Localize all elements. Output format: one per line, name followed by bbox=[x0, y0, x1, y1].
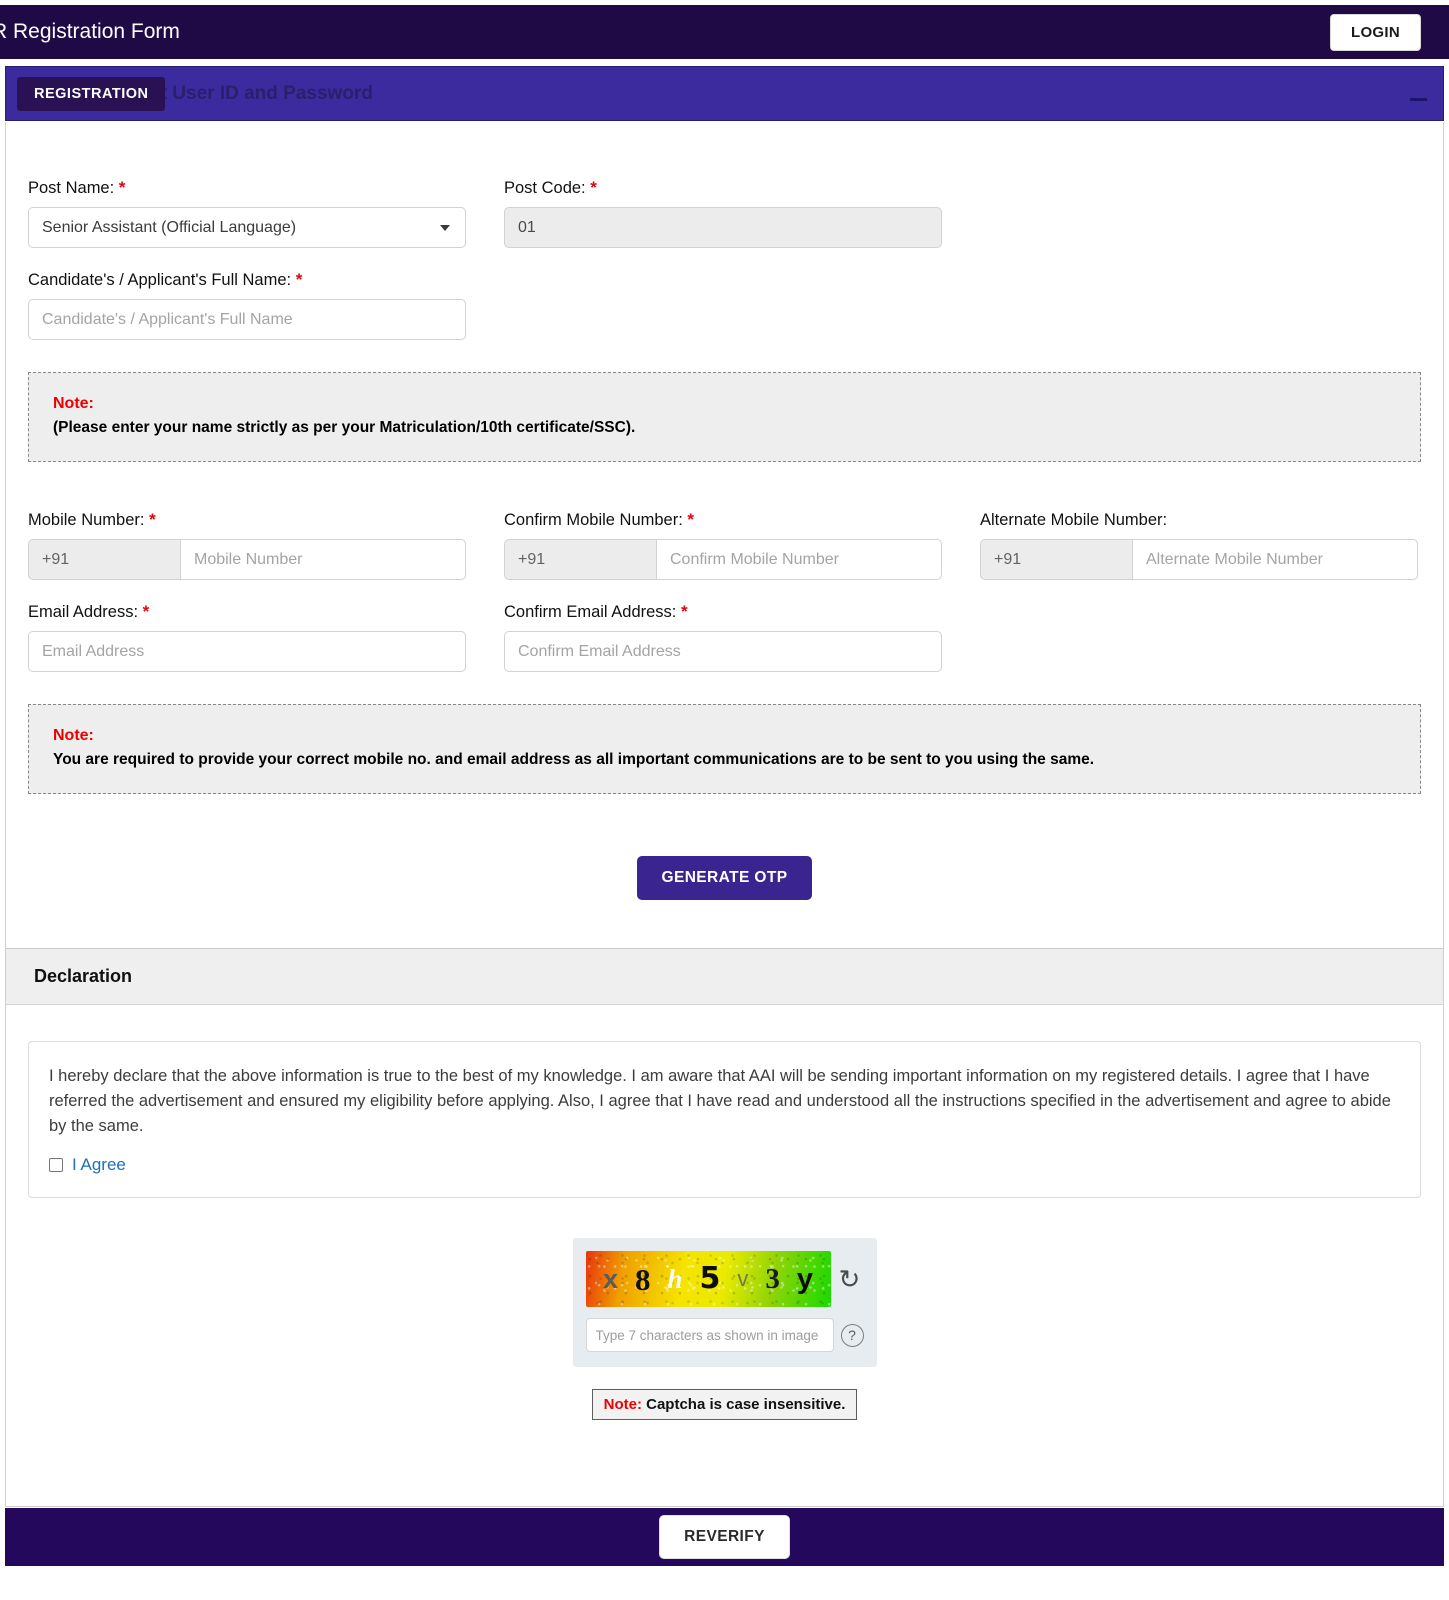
note-label: Note: bbox=[603, 1396, 642, 1414]
registration-form: Post Name: * Senior Assistant (Official … bbox=[6, 122, 1443, 948]
mobile-country-code: +91 bbox=[28, 539, 180, 580]
registration-section-header: Register to get User ID and Password bbox=[5, 66, 1444, 121]
registration-tag-badge: REGISTRATION bbox=[17, 77, 166, 111]
mobile-row: Mobile Number: * +91 Confirm Mobile Numb… bbox=[28, 510, 1421, 580]
email-field-group: Email Address: * bbox=[28, 602, 466, 672]
captcha-char: h bbox=[667, 1263, 683, 1294]
post-name-field-group: Post Name: * Senior Assistant (Official … bbox=[28, 178, 466, 248]
captcha-char: x bbox=[602, 1263, 619, 1294]
full-name-input[interactable] bbox=[28, 299, 466, 340]
alternate-mobile-label: Alternate Mobile Number: bbox=[980, 511, 1168, 529]
captcha-char: v bbox=[737, 1266, 749, 1292]
captcha-zone: x 8 h 5 v 3 y ↻ ? Note: bbox=[6, 1198, 1443, 1506]
reverify-button[interactable]: REVERIFY bbox=[659, 1515, 790, 1559]
email-input[interactable] bbox=[28, 631, 466, 672]
declaration-text: I hereby declare that the above informat… bbox=[49, 1067, 1391, 1136]
post-code-input bbox=[504, 207, 942, 248]
captcha-input[interactable] bbox=[585, 1318, 834, 1353]
required-asterisk: * bbox=[149, 510, 156, 529]
refresh-icon[interactable]: ↻ bbox=[837, 1266, 863, 1292]
alternate-mobile-input[interactable] bbox=[1132, 539, 1418, 580]
declaration-card: I hereby declare that the above informat… bbox=[28, 1041, 1421, 1199]
required-asterisk: * bbox=[590, 178, 597, 197]
post-name-select[interactable]: Senior Assistant (Official Language) bbox=[28, 207, 466, 248]
confirm-email-input[interactable] bbox=[504, 631, 942, 672]
page-footer: REVERIFY bbox=[5, 1508, 1444, 1566]
email-label: Email Address: * bbox=[28, 602, 150, 621]
generate-otp-wrap: GENERATE OTP bbox=[28, 794, 1421, 948]
alternate-mobile-field-group: Alternate Mobile Number: +91 bbox=[980, 510, 1418, 580]
email-row-spacer bbox=[980, 602, 1418, 672]
note-text: You are required to provide your correct… bbox=[53, 751, 1095, 768]
contact-note-box: Note: You are required to provide your c… bbox=[28, 704, 1421, 794]
required-asterisk: * bbox=[687, 510, 695, 529]
captcha-char: y bbox=[796, 1262, 813, 1295]
registration-panel: Post Name: * Senior Assistant (Official … bbox=[5, 122, 1444, 1508]
minimize-icon[interactable] bbox=[1410, 98, 1427, 101]
post-row: Post Name: * Senior Assistant (Official … bbox=[28, 178, 1421, 248]
alternate-mobile-input-group: +91 bbox=[980, 539, 1418, 580]
note-text: Captcha is case insensitive. bbox=[646, 1396, 846, 1414]
confirm-email-field-group: Confirm Email Address: * bbox=[504, 602, 942, 672]
required-asterisk: * bbox=[142, 602, 150, 621]
post-code-field-group: Post Code: * bbox=[504, 178, 942, 248]
confirm-mobile-label: Confirm Mobile Number: * bbox=[504, 510, 695, 529]
question-mark-icon[interactable]: ? bbox=[840, 1323, 864, 1347]
captcha-image-row: x 8 h 5 v 3 y ↻ bbox=[585, 1251, 864, 1308]
full-name-label: Candidate's / Applicant's Full Name: * bbox=[28, 270, 303, 289]
name-note-box: Note: (Please enter your name strictly a… bbox=[28, 372, 1421, 462]
bottom-strip bbox=[0, 1580, 1449, 1600]
registration-page: 'R Registration Form LOGIN Register to g… bbox=[0, 0, 1449, 1600]
required-asterisk: * bbox=[680, 602, 688, 621]
alternate-mobile-country-code: +91 bbox=[980, 539, 1132, 580]
app-header: 'R Registration Form LOGIN bbox=[0, 5, 1449, 59]
email-row: Email Address: * Confirm Email Address: … bbox=[28, 602, 1421, 672]
agree-label[interactable]: I Agree bbox=[72, 1155, 126, 1175]
page-title: 'R Registration Form bbox=[0, 20, 180, 43]
agree-checkbox[interactable] bbox=[49, 1158, 63, 1173]
agree-row[interactable]: I Agree bbox=[49, 1155, 1400, 1175]
declaration-heading: Declaration bbox=[6, 948, 1443, 1005]
mobile-label: Mobile Number: * bbox=[28, 510, 156, 529]
captcha-input-row: ? bbox=[585, 1318, 864, 1353]
generate-otp-button[interactable]: GENERATE OTP bbox=[636, 856, 813, 900]
note-label: Note: bbox=[53, 727, 94, 744]
confirm-mobile-field-group: Confirm Mobile Number: * +91 bbox=[504, 510, 942, 580]
captcha-card: x 8 h 5 v 3 y ↻ ? bbox=[572, 1238, 877, 1368]
required-asterisk: * bbox=[118, 178, 126, 197]
note-label: Note: bbox=[53, 395, 94, 412]
full-name-row: Candidate's / Applicant's Full Name: * bbox=[28, 270, 1421, 340]
note-text: (Please enter your name strictly as per … bbox=[53, 419, 636, 436]
confirm-mobile-input[interactable] bbox=[656, 539, 942, 580]
mobile-field-group: Mobile Number: * +91 bbox=[28, 510, 466, 580]
captcha-char: 8 bbox=[635, 1261, 651, 1297]
mobile-input-group: +91 bbox=[28, 539, 466, 580]
captcha-char: 5 bbox=[699, 1261, 721, 1297]
confirm-mobile-input-group: +91 bbox=[504, 539, 942, 580]
captcha-char: 3 bbox=[765, 1262, 780, 1295]
captcha-image: x 8 h 5 v 3 y bbox=[585, 1251, 831, 1308]
post-name-select-wrap: Senior Assistant (Official Language) bbox=[28, 207, 466, 248]
confirm-mobile-country-code: +91 bbox=[504, 539, 656, 580]
mobile-input[interactable] bbox=[180, 539, 466, 580]
declaration-body: I hereby declare that the above informat… bbox=[6, 1005, 1443, 1199]
required-asterisk: * bbox=[295, 270, 303, 289]
post-name-label: Post Name: * bbox=[28, 178, 126, 197]
confirm-email-label: Confirm Email Address: * bbox=[504, 602, 688, 621]
post-code-label: Post Code: * bbox=[504, 178, 597, 197]
captcha-case-note: Note: Captcha is case insensitive. bbox=[591, 1389, 858, 1421]
full-name-field-group: Candidate's / Applicant's Full Name: * bbox=[28, 270, 466, 340]
login-button[interactable]: LOGIN bbox=[1330, 13, 1421, 51]
